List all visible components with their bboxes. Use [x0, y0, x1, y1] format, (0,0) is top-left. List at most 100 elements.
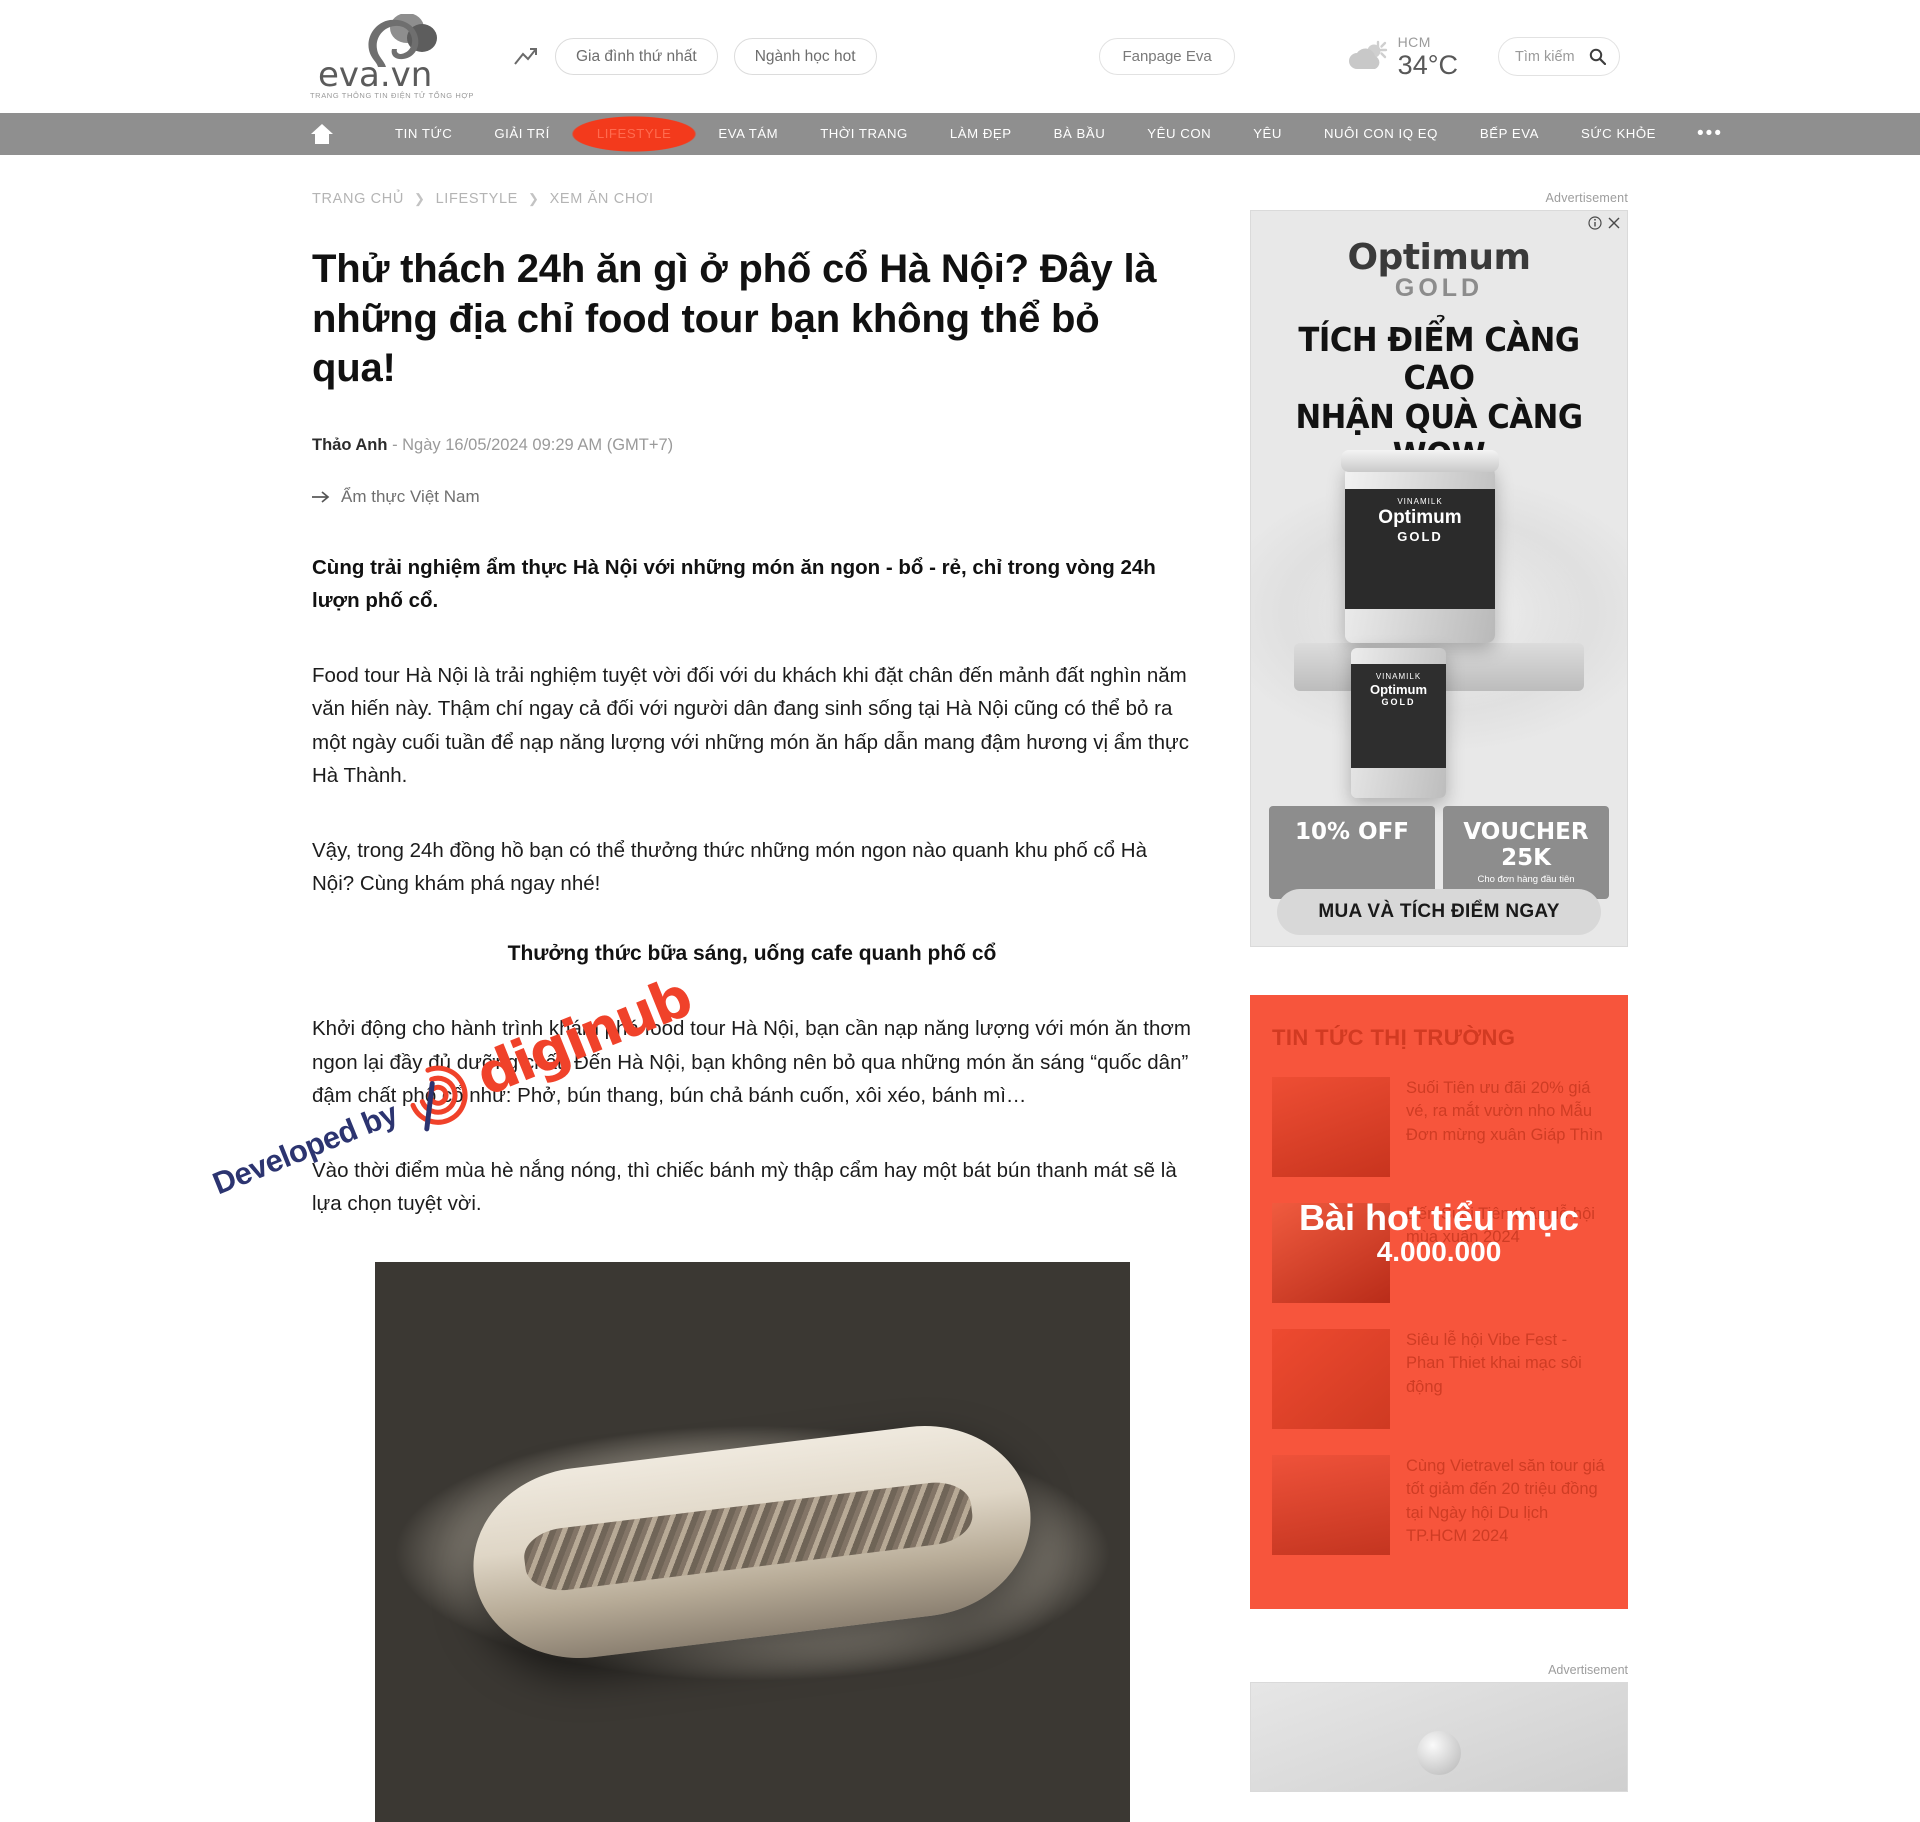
nav-item-tin-tuc[interactable]: TIN TỨC	[374, 113, 473, 155]
product-can-lid	[1341, 450, 1499, 472]
ad-coupon-discount-main: 10% OFF	[1294, 819, 1410, 845]
eva-logo-icon: eva.vn	[318, 13, 437, 90]
article-column: TRANG CHỦ ❯ LIFESTYLE ❯ XEM ĂN CHƠI Thử …	[312, 191, 1192, 1822]
product-box-label-band: VINAMILK Optimum GOLD	[1351, 664, 1446, 768]
nav-item-ba-bau[interactable]: BÀ BẦU	[1033, 113, 1127, 155]
info-icon[interactable]	[1588, 216, 1602, 230]
market-news-thumbnail-2	[1272, 1203, 1390, 1303]
search-box[interactable]: Tìm kiếm	[1498, 37, 1620, 76]
nav-item-lam-dep[interactable]: LÀM ĐẸP	[929, 113, 1033, 155]
article-topic-label: Ẩm thực Việt Nam	[341, 486, 480, 506]
article-date: - Ngày 16/05/2024 09:29 AM (GMT+7)	[392, 435, 674, 454]
nav-item-yeu-con[interactable]: YÊU CON	[1126, 113, 1232, 155]
search-icon[interactable]	[1589, 48, 1606, 65]
arrow-right-icon	[312, 491, 330, 503]
nav-more-button[interactable]: •••	[1677, 113, 1743, 155]
fanpage-button[interactable]: Fanpage Eva	[1099, 38, 1235, 75]
ad-coupon-discount: 10% OFF	[1269, 806, 1435, 899]
advertisement-optimum-gold[interactable]: Optimum GOLD TÍCH ĐIỂM CÀNG CAO NHẬN QUÀ…	[1250, 210, 1628, 947]
article-paragraph-4: Vào thời điểm mùa hè nắng nóng, thì chiế…	[312, 1159, 1177, 1216]
article-subheading: Thưởng thức bữa sáng, uống cafe quanh ph…	[507, 942, 997, 966]
site-header: eva.vn TRANG THÔNG TIN ĐIỆN TỬ TỔNG HỢP …	[0, 0, 1920, 113]
breadcrumb-item-home[interactable]: TRANG CHỦ	[312, 191, 404, 207]
article-byline: Thảo Anh - Ngày 16/05/2024 09:29 AM (GMT…	[312, 436, 1192, 455]
market-news-thumbnail-3	[1272, 1329, 1390, 1429]
ad-brand-line1: Optimum	[1347, 237, 1531, 278]
ad-coupon-voucher-sub: Cho đơn hàng đầu tiên	[1477, 874, 1575, 885]
logo-tagline: TRANG THÔNG TIN ĐIỆN TỬ TỔNG HỢP	[310, 90, 474, 100]
breadcrumb-item-xem-an-choi[interactable]: XEM ĂN CHƠI	[550, 191, 654, 207]
advertisement-label-top: Advertisement	[1545, 191, 1628, 205]
sidebar-column: Advertisement Optimum GOLD TÍCH ĐIỂM CÀN…	[1250, 191, 1628, 1822]
nav-item-lifestyle[interactable]: LIFESTYLE	[570, 116, 698, 152]
banh-my-photo	[374, 1262, 1130, 1822]
market-news-widget: TIN TỨC THỊ TRƯỜNG Suối Tiên ưu đãi 20% …	[1250, 995, 1628, 1609]
site-logo[interactable]: eva.vn TRANG THÔNG TIN ĐIỆN TỬ TỔNG HỢP	[307, 13, 477, 100]
ad-headline-line1: TÍCH ĐIỂM CÀNG CAO	[1298, 320, 1580, 398]
list-item[interactable]: Siêu lễ hội Vibe Fest - Phan Thiet khai …	[1272, 1329, 1606, 1429]
product-can-label-band: VINAMILK Optimum GOLD	[1345, 489, 1495, 609]
hot-topic-2[interactable]: Ngành học hot	[733, 37, 877, 76]
ad-brand-line2: GOLD	[1394, 274, 1484, 302]
ad-coupon-voucher: VOUCHER 25K Cho đơn hàng đầu tiên	[1443, 806, 1609, 899]
market-news-text-1: Suối Tiên ưu đãi 20% giá vé, ra mắt vườn…	[1406, 1079, 1603, 1144]
article-author[interactable]: Thảo Anh	[312, 436, 387, 454]
breadcrumb-separator-1: ❯	[414, 191, 426, 206]
nav-item-giai-tri[interactable]: GIẢI TRÍ	[473, 113, 570, 155]
nav-item-thoi-trang[interactable]: THỜI TRANG	[799, 113, 929, 155]
advertisement-label-bottom: Advertisement	[1548, 1663, 1628, 1677]
svg-text:eva.vn: eva.vn	[318, 55, 432, 90]
weather-widget: HCM 34°C	[1345, 35, 1458, 79]
home-icon[interactable]	[310, 123, 334, 145]
list-item[interactable]: Cùng Vietravel săn tour giá tốt giảm đến…	[1272, 1455, 1606, 1555]
product-name-small: Optimum	[1369, 682, 1428, 697]
search-placeholder: Tìm kiếm	[1515, 48, 1575, 65]
product-can-large: VINAMILK Optimum GOLD	[1341, 450, 1499, 643]
weather-temperature: 34°C	[1397, 49, 1458, 80]
nav-item-eva-tam[interactable]: EVA TÁM	[697, 113, 799, 155]
nav-item-yeu[interactable]: YÊU	[1232, 113, 1303, 155]
article-paragraph-3: Khởi động cho hành trình khám phá food t…	[312, 1017, 1191, 1107]
hot-topics: Gia đình thứ nhất Ngành học hot	[513, 37, 877, 76]
content-container: TRANG CHỦ ❯ LIFESTYLE ❯ XEM ĂN CHƠI Thử …	[0, 191, 1920, 1822]
breadcrumb-separator-2: ❯	[528, 191, 540, 206]
market-news-text-2: Đến Suối Tiên thăm lễ hội mùa xuân 2024	[1406, 1205, 1595, 1247]
photo-filling-shape	[521, 1478, 976, 1596]
ad-cta-button[interactable]: MUA VÀ TÍCH ĐIỂM NGAY	[1277, 889, 1601, 935]
trending-up-icon	[514, 48, 537, 66]
product-sub-large: GOLD	[1397, 529, 1443, 544]
market-news-text-3: Siêu lễ hội Vibe Fest - Phan Thiet khai …	[1406, 1331, 1582, 1396]
product-box-small: VINAMILK Optimum GOLD	[1351, 648, 1446, 798]
breadcrumb: TRANG CHỦ ❯ LIFESTYLE ❯ XEM ĂN CHƠI	[312, 191, 1192, 207]
weather-city: HCM	[1397, 33, 1431, 50]
breadcrumb-item-lifestyle[interactable]: LIFESTYLE	[436, 191, 518, 207]
hot-topic-1[interactable]: Gia đình thứ nhất	[555, 37, 718, 76]
main-navigation: TIN TỨC GIẢI TRÍ LIFESTYLE EVA TÁM THỜI …	[0, 113, 1920, 155]
product-brand-large: VINAMILK	[1397, 497, 1443, 506]
list-item[interactable]: Suối Tiên ưu đãi 20% giá vé, ra mắt vườn…	[1272, 1077, 1606, 1177]
article-paragraph-1: Food tour Hà Nội là trải nghiệm tuyệt vờ…	[312, 664, 1190, 787]
market-news-thumbnail-1	[1272, 1077, 1390, 1177]
ad-bottom-graphic	[1417, 1731, 1461, 1775]
close-icon[interactable]	[1607, 216, 1621, 230]
product-sub-small: GOLD	[1381, 697, 1416, 707]
nav-item-suc-khoe[interactable]: SỨC KHỎE	[1560, 113, 1677, 155]
market-news-text-4: Cùng Vietravel săn tour giá tốt giảm đến…	[1406, 1457, 1605, 1546]
market-news-title: TIN TỨC THỊ TRƯỜNG	[1272, 1025, 1516, 1050]
advertisement-bottom[interactable]	[1250, 1682, 1628, 1792]
ad-product-image: VINAMILK Optimum GOLD VINAMILK Optimum G…	[1341, 450, 1533, 798]
market-news-thumbnail-4	[1272, 1455, 1390, 1555]
page-root: eva.vn TRANG THÔNG TIN ĐIỆN TỬ TỔNG HỢP …	[0, 0, 1920, 1822]
list-item[interactable]: Đến Suối Tiên thăm lễ hội mùa xuân 2024	[1272, 1203, 1606, 1303]
nav-item-nuoi-con-iq-eq[interactable]: NUÔI CON IQ EQ	[1303, 113, 1459, 155]
nav-item-bep-eva[interactable]: BẾP EVA	[1459, 113, 1560, 155]
article-topic-link[interactable]: Ẩm thực Việt Nam	[312, 487, 1192, 507]
nav-item-lifestyle-label: LIFESTYLE	[596, 126, 672, 141]
ad-coupons: 10% OFF VOUCHER 25K Cho đơn hàng đầu tiê…	[1269, 806, 1609, 899]
ad-coupon-voucher-main: VOUCHER 25K	[1463, 819, 1589, 871]
ad-controls	[1588, 216, 1621, 230]
product-name-large: Optimum	[1378, 507, 1462, 528]
article-sapo: Cùng trải nghiệm ẩm thực Hà Nội với nhữn…	[312, 555, 1156, 612]
page-title: Thử thách 24h ăn gì ở phố cổ Hà Nội? Đây…	[312, 247, 1157, 391]
ad-brand-block: Optimum GOLD	[1251, 211, 1627, 303]
